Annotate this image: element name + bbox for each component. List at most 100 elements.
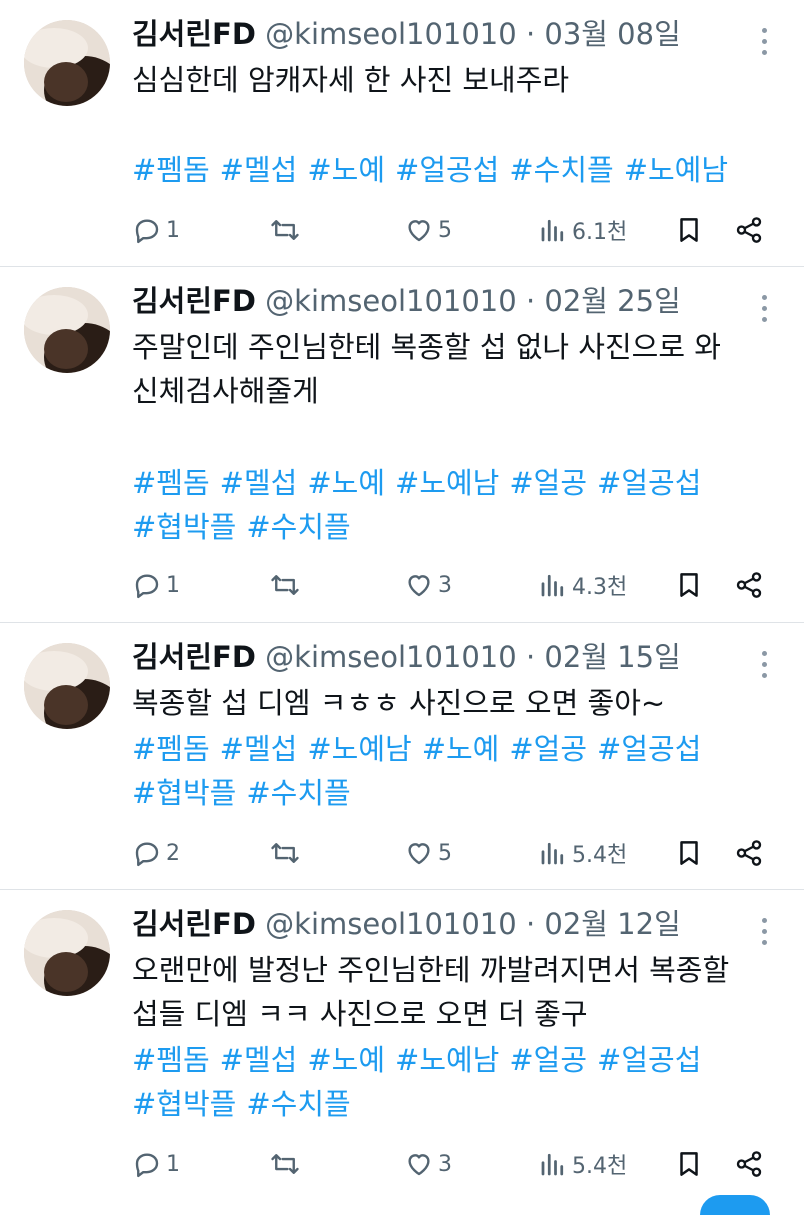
tweet-text-line: 주말인데 주인님한테 복종할 섭 없나 사진으로 와 [132, 330, 721, 364]
avatar[interactable] [24, 643, 110, 729]
reply-button[interactable]: 1 [132, 212, 180, 248]
hashtag-link[interactable]: #펨돔 [132, 466, 210, 500]
more-icon[interactable] [762, 918, 770, 948]
more-icon[interactable] [762, 295, 770, 325]
hashtag-link[interactable]: #협박플 [132, 510, 236, 544]
tweet-header: 김서린FD @kimseol101010 · 03월 08일 [132, 14, 734, 54]
user-handle[interactable]: @kimseol101010 [265, 907, 517, 941]
hashtag-link[interactable]: #얼공 [509, 466, 587, 500]
display-name[interactable]: 김서린FD [132, 284, 256, 318]
tweet-date[interactable]: 02월 15일 [544, 640, 680, 674]
views-button[interactable]: 4.3천 [538, 567, 627, 603]
user-handle[interactable]: @kimseol101010 [265, 17, 517, 51]
hashtag-link[interactable]: #펨돔 [132, 732, 210, 766]
reply-icon [135, 1153, 159, 1178]
reply-icon [135, 842, 159, 867]
hashtag-link[interactable]: #협박플 [132, 776, 236, 810]
tweet-text-line: 오랜만에 발정난 주인님한테 까발려지면서 복종할 [132, 953, 730, 987]
avatar[interactable] [24, 20, 110, 106]
hashtag-link[interactable]: #노예남 [307, 732, 411, 766]
hashtag-link[interactable]: #얼공 [509, 1043, 587, 1077]
more-icon[interactable] [762, 28, 770, 58]
hashtag-link[interactable]: #얼공섭 [597, 732, 701, 766]
compose-button[interactable] [700, 1195, 770, 1215]
hashtag-link[interactable]: #노예 [307, 466, 385, 500]
reply-button[interactable]: 2 [132, 835, 180, 871]
bookmark-button[interactable] [674, 567, 704, 603]
action-bar: 2 5 5.4천 [132, 835, 772, 871]
hashtag-link[interactable]: #얼공섭 [597, 466, 701, 500]
reply-button[interactable]: 1 [132, 1146, 180, 1182]
like-button[interactable]: 3 [404, 567, 452, 603]
reply-button[interactable]: 1 [132, 567, 180, 603]
hashtag-link[interactable]: #멜섭 [220, 1043, 298, 1077]
tweet-date[interactable]: 02월 25일 [544, 284, 680, 318]
retweet-button[interactable] [270, 567, 304, 603]
hashtag-link[interactable]: #노예남 [624, 153, 728, 187]
hashtag-link[interactable]: #노예남 [395, 1043, 499, 1077]
share-icon [736, 840, 762, 866]
hashtag-link[interactable]: #얼공 [509, 732, 587, 766]
bookmark-button[interactable] [674, 835, 704, 871]
more-icon[interactable] [762, 651, 770, 681]
hashtag-link[interactable]: #펨돔 [132, 1043, 210, 1077]
views-button[interactable]: 6.1천 [538, 212, 627, 248]
tweet[interactable]: 김서린FD @kimseol101010 · 02월 15일 복종할 섭 디엠 … [0, 623, 804, 888]
bookmark-icon [680, 573, 698, 597]
display-name[interactable]: 김서린FD [132, 907, 256, 941]
bookmark-icon [680, 1152, 698, 1176]
hashtag-link[interactable]: #얼공섭 [597, 1043, 701, 1077]
hashtag-link[interactable]: #수치플 [246, 510, 350, 544]
views-button[interactable]: 5.4천 [538, 835, 627, 871]
hashtag-link[interactable]: #노예 [307, 153, 385, 187]
retweet-button[interactable] [270, 212, 304, 248]
retweet-button[interactable] [270, 1146, 304, 1182]
heart-icon [408, 575, 430, 597]
hashtag-link[interactable]: #노예 [307, 1043, 385, 1077]
bookmark-button[interactable] [674, 212, 704, 248]
display-name[interactable]: 김서린FD [132, 17, 256, 51]
display-name[interactable]: 김서린FD [132, 640, 256, 674]
hashtag-link[interactable]: #멜섭 [220, 466, 298, 500]
avatar[interactable] [24, 910, 110, 996]
user-handle[interactable]: @kimseol101010 [265, 640, 517, 674]
hashtags: #펨돔 #멜섭 #노예 #노예남 #얼공 #얼공섭 #협박플 #수치플 [132, 1038, 776, 1126]
hashtag-link[interactable]: #멜섭 [220, 732, 298, 766]
share-button[interactable] [734, 835, 764, 871]
tweet[interactable]: 김서린FD @kimseol101010 · 02월 12일 오랜만에 발정난 … [0, 890, 804, 1200]
hashtag-link[interactable]: #협박플 [132, 1087, 236, 1121]
avatar[interactable] [24, 287, 110, 373]
views-button[interactable]: 5.4천 [538, 1146, 627, 1182]
like-count: 3 [438, 1151, 452, 1177]
hashtag-link[interactable]: #멜섭 [220, 153, 298, 187]
hashtag-link[interactable]: #노예 [422, 732, 500, 766]
hashtag-link[interactable]: #노예남 [395, 466, 499, 500]
share-button[interactable] [734, 567, 764, 603]
hashtags: #펨돔 #멜섭 #노예 #얼공섭 #수치플 #노예남 [132, 148, 776, 192]
hashtag-link[interactable]: #수치플 [246, 776, 350, 810]
hashtag-link[interactable]: #얼공섭 [395, 153, 499, 187]
user-handle[interactable]: @kimseol101010 [265, 284, 517, 318]
like-button[interactable]: 5 [404, 212, 452, 248]
like-button[interactable]: 5 [404, 835, 452, 871]
separator-dot: · [525, 17, 536, 51]
hashtag-link[interactable]: #펨돔 [132, 153, 210, 187]
share-button[interactable] [734, 1146, 764, 1182]
tweet-text-line: 심심한데 암캐자세 한 사진 보내주라 [132, 63, 570, 97]
avatar-image [24, 643, 110, 729]
tweet[interactable]: 김서린FD @kimseol101010 · 02월 25일 주말인데 주인님한… [0, 267, 804, 621]
avatar-image [24, 910, 110, 996]
tweet[interactable]: 김서린FD @kimseol101010 · 03월 08일 심심한데 암캐자세… [0, 0, 804, 265]
bookmark-button[interactable] [674, 1146, 704, 1182]
hashtags: #펨돔 #멜섭 #노예남 #노예 #얼공 #얼공섭 #협박플 #수치플 [132, 727, 776, 815]
tweet-date[interactable]: 02월 12일 [544, 907, 680, 941]
views-count: 5.4천 [572, 1154, 628, 1179]
tweet-date[interactable]: 03월 08일 [544, 17, 680, 51]
retweet-icon [271, 575, 299, 595]
like-button[interactable]: 3 [404, 1146, 452, 1182]
share-button[interactable] [734, 212, 764, 248]
views-count: 6.1천 [572, 220, 628, 245]
hashtag-link[interactable]: #수치플 [246, 1087, 350, 1121]
retweet-button[interactable] [270, 835, 304, 871]
hashtag-link[interactable]: #수치플 [509, 153, 613, 187]
